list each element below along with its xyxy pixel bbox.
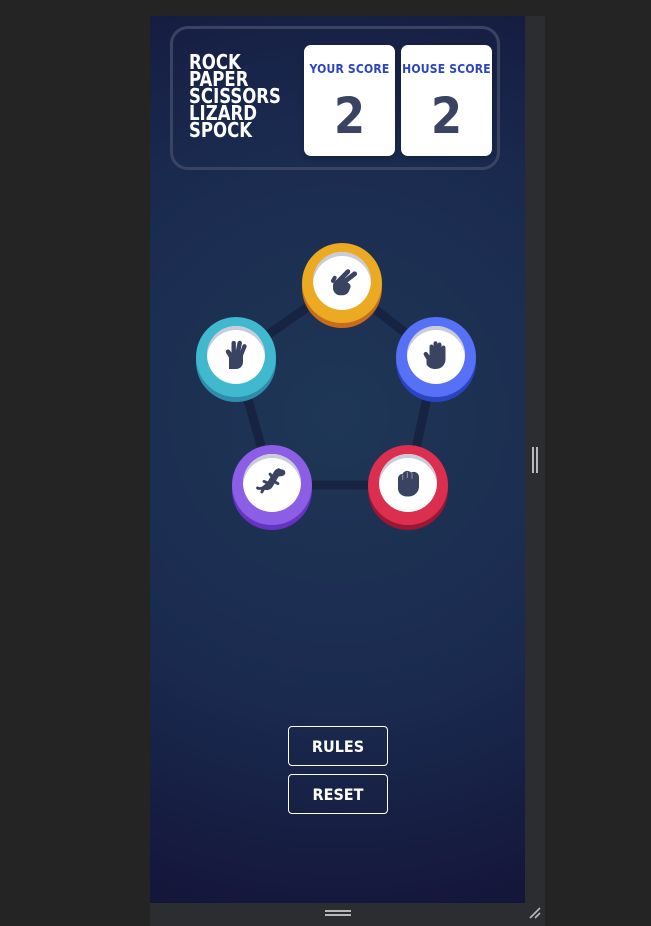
reset-button[interactable]: RESET — [288, 774, 388, 814]
rock-token-face — [379, 454, 437, 512]
spock-choice-button[interactable] — [196, 317, 276, 397]
scissors-hand-icon — [330, 269, 358, 296]
lizard-choice-button[interactable] — [232, 445, 312, 525]
scissors-choice-button[interactable] — [302, 243, 382, 323]
vertical-resize-handle[interactable] — [532, 447, 538, 473]
rock-choice-button[interactable] — [368, 445, 448, 525]
spock-hand-icon — [225, 340, 247, 369]
spock-token-face — [207, 326, 265, 384]
scissors-token-face — [313, 252, 371, 310]
lizard-icon — [256, 468, 286, 494]
paper-token-face — [407, 326, 465, 384]
horizontal-resize-handle[interactable] — [325, 910, 351, 916]
paper-hand-icon — [423, 341, 446, 369]
lizard-token-face — [243, 454, 301, 512]
game-viewport: ROCK PAPER SCISSORS LIZARD SPOCK YOUR SC… — [150, 16, 525, 903]
rules-button[interactable]: RULES — [288, 726, 388, 766]
corner-resize-icon[interactable] — [527, 905, 543, 921]
rock-fist-icon — [398, 470, 419, 497]
paper-choice-button[interactable] — [396, 317, 476, 397]
